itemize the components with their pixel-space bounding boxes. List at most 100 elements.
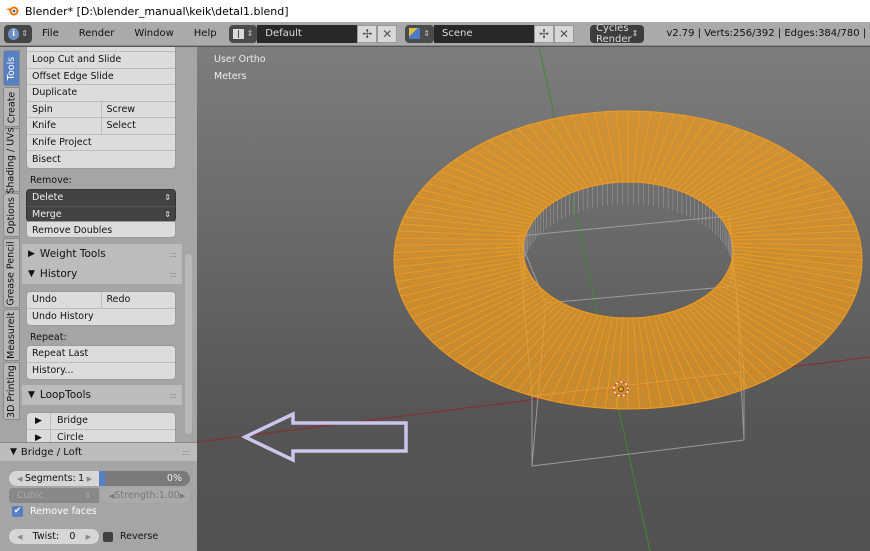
remove-group: Delete ⇕ Merge ⇕ (26, 189, 176, 222)
drag-grip-icon[interactable]: :::: (169, 391, 177, 400)
undo-group: Undo Redo Undo History (26, 291, 176, 326)
knife-button[interactable]: Knife (27, 118, 101, 134)
looptools-circle-button[interactable]: Circle (51, 430, 175, 442)
tool-shelf: Tools Create Shading / UVs Options Greas… (0, 47, 197, 551)
add-scene-button[interactable]: ✢ (534, 24, 554, 43)
drag-grip-icon[interactable]: :::: (182, 448, 190, 457)
history-button[interactable]: History... (27, 363, 175, 380)
delete-dropdown[interactable]: Delete (27, 190, 164, 206)
tab-options[interactable]: Options (3, 193, 20, 237)
screw-button[interactable]: Screw (100, 101, 176, 117)
progress-fill (99, 471, 105, 486)
loop-cut-slide-button[interactable]: Loop Cut and Slide (27, 52, 175, 68)
tools-panel-body: Loop Cut and Slide Offset Edge Slide Dup… (22, 47, 194, 442)
menu-render[interactable]: Render (69, 25, 125, 43)
menu-window[interactable]: Window (124, 25, 183, 43)
viewport-scene (197, 47, 870, 551)
add-screen-button[interactable]: ✢ (357, 24, 378, 43)
drag-grip-icon[interactable]: :::: (169, 270, 177, 279)
arrow-right-icon[interactable]: ▶ (86, 533, 91, 541)
arrow-right-icon[interactable]: ▶ (180, 492, 185, 500)
merge-dropdown[interactable]: Merge (27, 207, 164, 222)
arrow-left-icon[interactable]: ◀ (17, 533, 22, 541)
repeat-group: Repeat Last History... (26, 345, 176, 380)
tool-shelf-tabs: Tools Create Shading / UVs Options Greas… (3, 47, 20, 442)
segments-field[interactable]: ◀ Segments: 1 ▶ (9, 471, 100, 486)
annotation-arrow (240, 411, 408, 463)
redo-button[interactable]: Redo (100, 292, 176, 308)
tab-tools[interactable]: Tools (3, 50, 20, 86)
tab-create[interactable]: Create (3, 87, 20, 127)
updown-icon: ⇕ (164, 193, 171, 203)
remove-faces-checkbox[interactable]: ✔ Remove faces (12, 506, 97, 517)
repeat-last-button[interactable]: Repeat Last (27, 346, 175, 362)
tab-3d-printing[interactable]: 3D Printing (3, 362, 20, 420)
render-engine-label: Cycles Render (596, 22, 632, 45)
looptools-panel-header[interactable]: ▼ LoopTools:::: (22, 385, 182, 405)
screen-layout-selector[interactable]: ⇕ (228, 24, 258, 43)
expand-bridge-icon[interactable]: ▶ (27, 413, 51, 429)
info-header: i ⇕ File Render Window Help ⇕ Default ✢ … (0, 22, 870, 46)
knife-select-button[interactable]: Select (100, 118, 176, 134)
bisect-button[interactable]: Bisect (27, 151, 175, 168)
screen-layout-icon (232, 28, 244, 39)
plus-icon: ✢ (362, 26, 373, 41)
3d-viewport[interactable]: User Ortho Meters (197, 47, 870, 551)
updown-icon: ⇕ (84, 491, 91, 500)
ring-edges (393, 111, 863, 409)
remove-scene-button[interactable]: ✕ (554, 24, 574, 43)
undo-history-button[interactable]: Undo History (27, 309, 175, 326)
drag-grip-icon[interactable]: :::: (169, 250, 177, 259)
editor-type-selector[interactable]: i ⇕ (4, 24, 32, 43)
tool-shelf-scrollbar[interactable] (185, 254, 192, 434)
arrow-left-icon[interactable]: ◀ (17, 475, 22, 483)
offset-edge-slide-button[interactable]: Offset Edge Slide (27, 69, 175, 85)
repeat-label: Repeat: (30, 332, 67, 343)
interpolation-dropdown[interactable]: Cubic ⇕ (9, 488, 99, 503)
history-panel-header[interactable]: ▼ History:::: (22, 264, 182, 284)
close-icon: ✕ (382, 26, 393, 41)
scene-field[interactable]: Scene (434, 24, 534, 43)
operator-title: Bridge / Loft (20, 446, 83, 458)
looptools-bridge-button[interactable]: Bridge (51, 413, 175, 429)
spin-button[interactable]: Spin (27, 102, 101, 118)
knife-project-button[interactable]: Knife Project (27, 135, 175, 151)
scene-statistics: v2.79 | Verts:256/392 | Edges:384/780 | … (666, 28, 870, 39)
segments-progress-bar: 0% (99, 471, 190, 486)
menu-file[interactable]: File (32, 25, 69, 43)
undo-button[interactable]: Undo (27, 292, 101, 308)
twist-field[interactable]: ◀ Twist: 0 ▶ (9, 529, 99, 544)
operator-panel-header[interactable]: ▼ Bridge / Loft:::: (0, 442, 197, 461)
remove-screen-button[interactable]: ✕ (377, 24, 398, 43)
duplicate-button[interactable]: Duplicate (27, 85, 175, 101)
menu-help[interactable]: Help (184, 25, 227, 43)
updown-icon: ⇕ (21, 29, 28, 38)
tab-shading-uvs[interactable]: Shading / UVs (3, 127, 20, 193)
triangle-down-icon: ▼ (28, 269, 35, 279)
expand-circle-icon[interactable]: ▶ (27, 429, 51, 442)
tab-grease-pencil[interactable]: Grease Pencil (3, 238, 20, 308)
selected-ring-mesh (393, 110, 863, 410)
info-icon: i (8, 27, 20, 40)
operator-panel: ◀ Segments: 1 ▶ 0% Cubic ⇕ ◀ Strength: 1.… (0, 461, 197, 551)
render-engine-dropdown[interactable]: Cycles Render ⇕ (590, 22, 645, 45)
strength-field[interactable]: ◀ Strength: 1.00 ▶ (101, 488, 190, 503)
window-title: Blender* [D:\blender_manual\keik\detal1.… (25, 4, 289, 18)
remove-doubles-group: Remove Doubles (26, 221, 176, 238)
scene-selector[interactable]: ⇕ (405, 24, 434, 43)
reverse-checkbox[interactable]: Reverse (103, 531, 158, 542)
triangle-right-icon: ▶ (28, 249, 35, 259)
triangle-down-icon: ▼ (28, 390, 35, 400)
close-icon: ✕ (558, 26, 570, 41)
remove-doubles-button[interactable]: Remove Doubles (27, 222, 175, 237)
arrow-right-icon[interactable]: ▶ (87, 475, 92, 483)
screen-layout-field[interactable]: Default (257, 24, 358, 43)
mesh-tools-group: Loop Cut and Slide Offset Edge Slide Dup… (26, 47, 176, 169)
tab-measureit[interactable]: Measureit (3, 309, 20, 361)
remove-label: Remove: (30, 175, 72, 186)
window-titlebar: Blender* [D:\blender_manual\keik\detal1.… (0, 0, 870, 22)
weight-tools-panel-header[interactable]: ▶ Weight Tools:::: (22, 244, 182, 264)
updown-icon: ⇕ (164, 209, 171, 219)
updown-icon: ⇕ (631, 29, 639, 38)
looptools-group: ▶ Bridge ▶ Circle (26, 412, 176, 442)
